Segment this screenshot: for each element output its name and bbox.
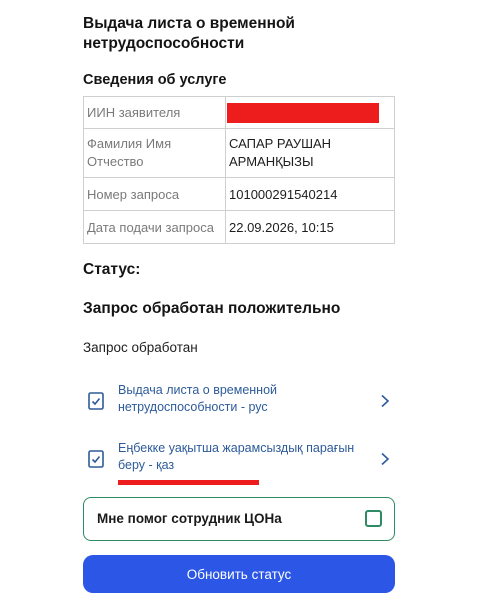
submission-date-value: 22.09.2026, 10:15 bbox=[225, 210, 395, 244]
redaction-bar bbox=[118, 480, 259, 485]
fullname-value: САПАР РАУШАН АРМАНҚЫЗЫ bbox=[225, 128, 395, 178]
request-number-label: Номер запроса bbox=[83, 177, 226, 211]
document-link-label: Выдача листа о временной нетрудоспособно… bbox=[118, 383, 278, 414]
status-detail: Запрос обработан bbox=[83, 340, 198, 355]
table-row: Номер запроса 101000291540214 bbox=[83, 177, 395, 211]
chevron-right-icon bbox=[381, 394, 390, 408]
table-row: Дата подачи запроса 22.09.2026, 10:15 bbox=[83, 210, 395, 244]
document-check-icon bbox=[88, 392, 104, 410]
table-row: ИИН заявителя bbox=[83, 96, 395, 129]
refresh-status-button[interactable]: Обновить статус bbox=[83, 555, 395, 593]
status-result: Запрос обработан положительно bbox=[83, 300, 341, 317]
request-number-value: 101000291540214 bbox=[225, 177, 395, 211]
document-link-label: Еңбекке уақытша жарамсыздық парағын беру… bbox=[118, 441, 355, 472]
table-row: Фамилия Имя Отчество САПАР РАУШАН АРМАНҚ… bbox=[83, 128, 395, 178]
status-label: Статус: bbox=[83, 261, 141, 278]
document-check-icon bbox=[88, 450, 104, 468]
document-link-kz[interactable]: Еңбекке уақытша жарамсыздық парағын беру… bbox=[84, 436, 396, 486]
staff-helped-checkbox-row[interactable]: Мне помог сотрудник ЦОНа bbox=[83, 497, 395, 541]
staff-helped-label: Мне помог сотрудник ЦОНа bbox=[97, 511, 282, 526]
iin-label: ИИН заявителя bbox=[83, 96, 226, 129]
service-info-heading: Сведения об услуге bbox=[83, 72, 227, 88]
service-info-table: ИИН заявителя Фамилия Имя Отчество САПАР… bbox=[83, 96, 395, 244]
chevron-right-icon bbox=[381, 452, 390, 466]
iin-value bbox=[225, 96, 395, 129]
page-title: Выдача листа о временной нетрудоспособно… bbox=[83, 15, 295, 52]
fullname-label: Фамилия Имя Отчество bbox=[83, 128, 226, 178]
document-link-ru[interactable]: Выдача листа о временной нетрудоспособно… bbox=[84, 378, 396, 428]
redaction-bar bbox=[227, 102, 379, 123]
submission-date-label: Дата подачи запроса bbox=[83, 210, 226, 244]
staff-helped-checkbox[interactable] bbox=[365, 510, 382, 527]
